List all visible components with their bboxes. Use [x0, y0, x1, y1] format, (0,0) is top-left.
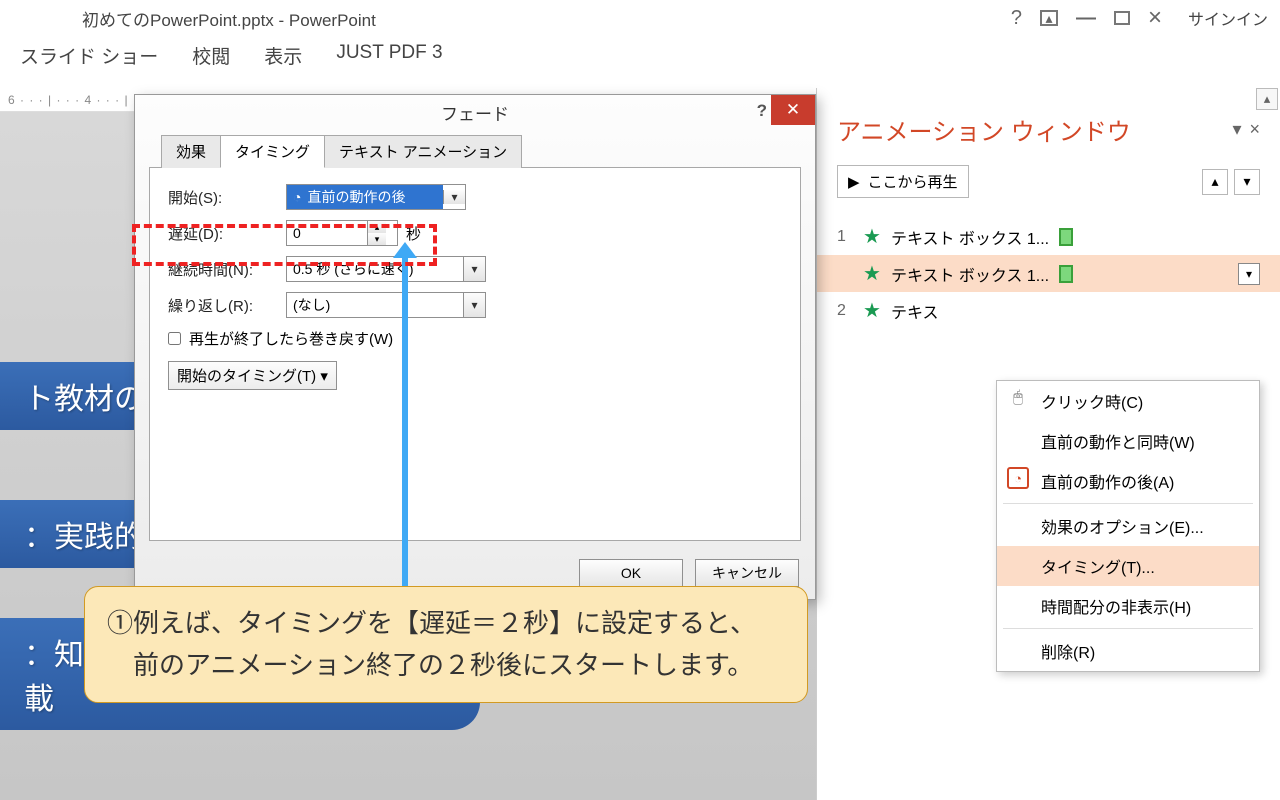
ribbon-tabs: スライド ショー 校閲 表示 JUST PDF 3: [0, 32, 1280, 81]
pane-close-icon[interactable]: ×: [1249, 119, 1260, 140]
animation-pane: ▴ アニメーション ウィンドウ ▾ × ▶ ここから再生 ▴ ▾ 1 ★ テキス…: [816, 88, 1280, 800]
tab-slideshow[interactable]: スライド ショー: [20, 42, 158, 69]
ctx-separator: [1003, 503, 1253, 504]
ctx-delete[interactable]: 削除(R): [997, 631, 1259, 671]
window-title: 初めてのPowerPoint.pptx - PowerPoint: [12, 6, 376, 31]
repeat-value: (なし): [293, 295, 330, 315]
ctx-with-previous[interactable]: 直前の動作と同時(W): [997, 421, 1259, 461]
signin-link[interactable]: サインイン: [1188, 6, 1268, 30]
pane-title: アニメーション ウィンドウ: [837, 112, 1131, 147]
close-icon[interactable]: ×: [1148, 4, 1162, 32]
anim-context-menu: 🖱 クリック時(C) 直前の動作と同時(W) ◔ 直前の動作の後(A) 効果のオ…: [996, 380, 1260, 672]
restore-icon[interactable]: [1114, 11, 1130, 25]
help-icon[interactable]: ?: [1011, 7, 1022, 30]
dialog-titlebar[interactable]: フェード ? ✕: [135, 95, 815, 129]
rewind-checkbox-row: 再生が終了したら巻き戻す(W): [168, 328, 782, 349]
duration-value: 0.5 秒 (さらに速く): [293, 259, 414, 279]
ok-button[interactable]: OK: [579, 559, 683, 587]
play-label: ここから再生: [868, 171, 958, 192]
tab-text-animation[interactable]: テキスト アニメーション: [324, 135, 522, 168]
rewind-label: 再生が終了したら巻き戻す(W): [189, 328, 393, 349]
repeat-dropdown[interactable]: (なし): [286, 292, 486, 318]
window-controls: ? ▴ — × サインイン: [1011, 4, 1268, 32]
star-icon: ★: [863, 224, 881, 249]
ctx-after-previous[interactable]: ◔ 直前の動作の後(A): [997, 461, 1259, 501]
star-icon: ★: [863, 261, 881, 286]
dialog-tabs: 効果 タイミング テキスト アニメーション: [135, 135, 815, 168]
dialog-title: フェード: [441, 100, 509, 125]
repeat-label: 繰り返し(R):: [168, 295, 286, 316]
anim-item-2[interactable]: ★ テキスト ボックス 1... ▾: [817, 255, 1280, 292]
delay-spinner[interactable]: ▴▾: [367, 221, 386, 245]
vertical-scrollbar[interactable]: ▴: [1256, 88, 1278, 110]
duration-dropdown[interactable]: 0.5 秒 (さらに速く): [286, 256, 486, 282]
anim-item-1[interactable]: 1 ★ テキスト ボックス 1...: [817, 218, 1280, 255]
chevron-down-icon[interactable]: [463, 257, 485, 281]
ctx-timing[interactable]: タイミング(T)...: [997, 546, 1259, 586]
ctx-separator: [1003, 628, 1253, 629]
clock-icon: ◔: [293, 189, 301, 205]
cancel-button[interactable]: キャンセル: [695, 559, 799, 587]
chevron-down-icon[interactable]: [443, 190, 465, 204]
dialog-help-icon[interactable]: ?: [757, 101, 767, 121]
start-value: 直前の動作の後: [307, 189, 405, 205]
minimize-icon[interactable]: —: [1076, 7, 1096, 30]
delay-label: 遅延(D):: [168, 223, 286, 244]
move-up-button[interactable]: ▴: [1202, 169, 1228, 195]
callout-line-1: ①例えば、タイミングを【遅延＝２秒】に設定すると、: [107, 603, 785, 645]
rewind-checkbox[interactable]: [168, 332, 181, 345]
spin-down-icon[interactable]: ▾: [368, 233, 386, 245]
play-from-here-button[interactable]: ▶ ここから再生: [837, 165, 969, 198]
annotation-callout: ①例えば、タイミングを【遅延＝２秒】に設定すると、 前のアニメーション終了の２秒…: [84, 586, 808, 703]
anim-item-label: テキスト ボックス 1...: [891, 262, 1049, 286]
clock-icon: ◔: [1007, 467, 1029, 489]
anim-item-3[interactable]: 2 ★ テキス: [817, 292, 1280, 329]
ctx-effect-options[interactable]: 効果のオプション(E)...: [997, 506, 1259, 546]
tab-review[interactable]: 校閲: [192, 42, 230, 69]
spin-up-icon[interactable]: ▴: [368, 221, 386, 233]
tab-justpdf[interactable]: JUST PDF 3: [336, 42, 442, 69]
play-icon: ▶: [848, 173, 860, 191]
ribbon-display-icon[interactable]: ▴: [1040, 10, 1058, 26]
duration-label: 継続時間(N):: [168, 259, 286, 280]
start-label: 開始(S):: [168, 187, 286, 208]
scroll-up-icon[interactable]: ▴: [1256, 88, 1278, 110]
anim-duration-bar: [1059, 228, 1073, 246]
annotation-arrow: [402, 256, 408, 588]
ctx-hide-advanced-timeline[interactable]: 時間配分の非表示(H): [997, 586, 1259, 626]
ctx-on-click[interactable]: 🖱 クリック時(C): [997, 381, 1259, 421]
anim-seq-number: 1: [837, 228, 853, 246]
anim-seq-number: 2: [837, 302, 853, 320]
dialog-close-button[interactable]: ✕: [771, 95, 815, 125]
pane-options-icon[interactable]: ▾: [1232, 119, 1241, 140]
delay-unit: 秒: [406, 223, 421, 244]
mouse-icon: 🖱: [1007, 387, 1029, 409]
star-icon: ★: [863, 298, 881, 323]
tab-effect[interactable]: 効果: [161, 135, 221, 168]
tab-view[interactable]: 表示: [264, 42, 302, 69]
delay-input[interactable]: ▴▾: [286, 220, 398, 246]
start-timing-button[interactable]: 開始のタイミング(T) ▾: [168, 361, 337, 390]
dialog-body: 開始(S): ◔ 直前の動作の後 遅延(D): ▴▾ 秒 継続時間(N): 0.5…: [149, 167, 801, 541]
start-dropdown[interactable]: ◔ 直前の動作の後: [286, 184, 466, 210]
anim-item-label: テキス: [891, 299, 939, 323]
fade-dialog: フェード ? ✕ 効果 タイミング テキスト アニメーション 開始(S): ◔ 直…: [134, 94, 816, 600]
tab-timing[interactable]: タイミング: [220, 135, 325, 168]
callout-line-2: 前のアニメーション終了の２秒後にスタートします。: [107, 645, 785, 687]
title-bar: 初めてのPowerPoint.pptx - PowerPoint ? ▴ — ×…: [0, 0, 1280, 32]
animation-list: 1 ★ テキスト ボックス 1... ★ テキスト ボックス 1... ▾ 2 …: [817, 218, 1280, 329]
delay-field[interactable]: [287, 225, 367, 241]
anim-duration-bar: [1059, 265, 1073, 283]
anim-item-label: テキスト ボックス 1...: [891, 225, 1049, 249]
anim-item-menu-button[interactable]: ▾: [1238, 263, 1260, 285]
chevron-down-icon[interactable]: [463, 293, 485, 317]
move-down-button[interactable]: ▾: [1234, 169, 1260, 195]
